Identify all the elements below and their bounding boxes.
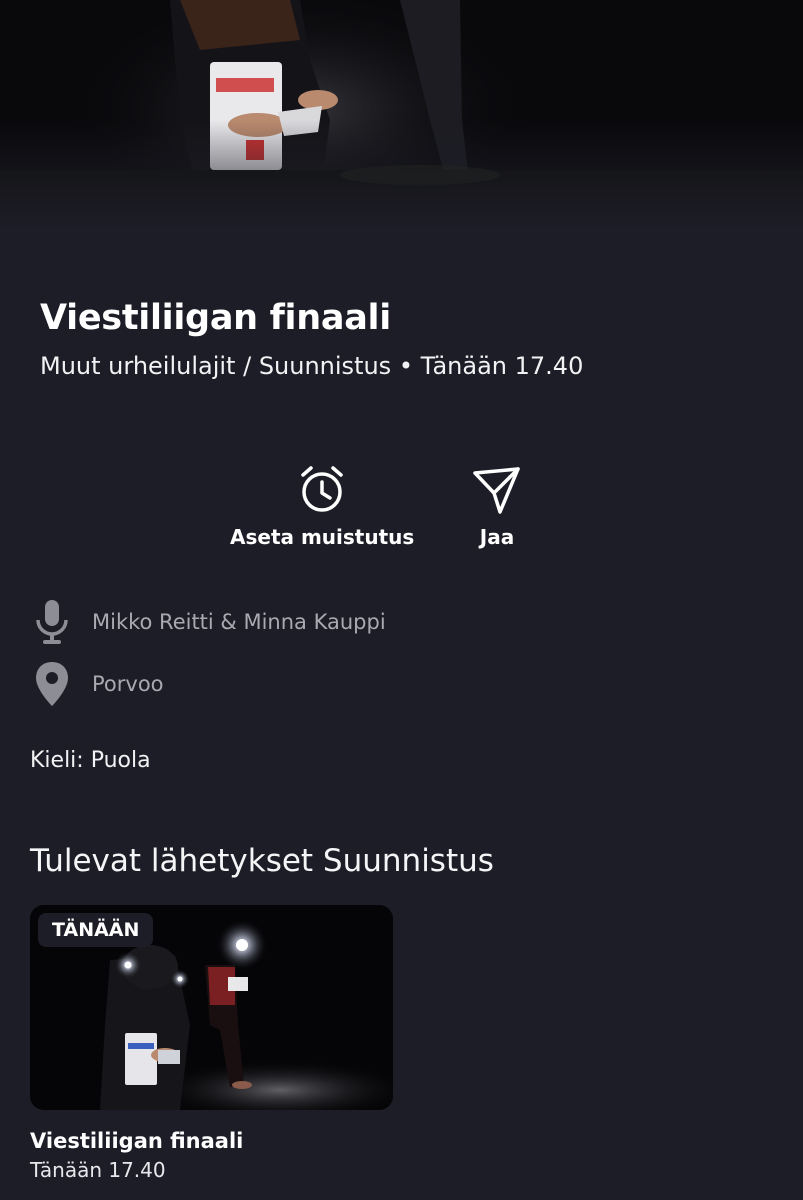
send-icon (473, 467, 520, 514)
upcoming-card-title[interactable]: Viestiliigan finaali (30, 1129, 243, 1153)
alarm-clock-icon (301, 466, 343, 512)
set-reminder-button[interactable]: Aseta muistutus (230, 465, 414, 549)
location-text: Porvoo (92, 672, 164, 696)
upcoming-card[interactable]: TÄNÄÄN (30, 905, 393, 1110)
today-badge: TÄNÄÄN (38, 913, 154, 947)
location-row: Porvoo (32, 660, 164, 708)
commentators-row: Mikko Reitti & Minna Kauppi (32, 598, 386, 646)
language-info: Kieli: Puola (30, 748, 151, 773)
share-label: Jaa (479, 525, 515, 549)
hero-image (0, 0, 803, 230)
upcoming-card-time: Tänään 17.40 (30, 1158, 166, 1182)
location-pin-icon (32, 660, 72, 708)
program-subtitle: Muut urheilulajit / Suunnistus • Tänään … (40, 352, 584, 380)
set-reminder-label: Aseta muistutus (230, 525, 415, 549)
share-button[interactable]: Jaa (472, 465, 522, 549)
page-title: Viestiliigan finaali (40, 298, 391, 338)
upcoming-section-title: Tulevat lähetykset Suunnistus (30, 843, 494, 879)
hero-gradient (0, 120, 803, 230)
commentators-text: Mikko Reitti & Minna Kauppi (92, 610, 386, 634)
microphone-icon (32, 598, 72, 646)
